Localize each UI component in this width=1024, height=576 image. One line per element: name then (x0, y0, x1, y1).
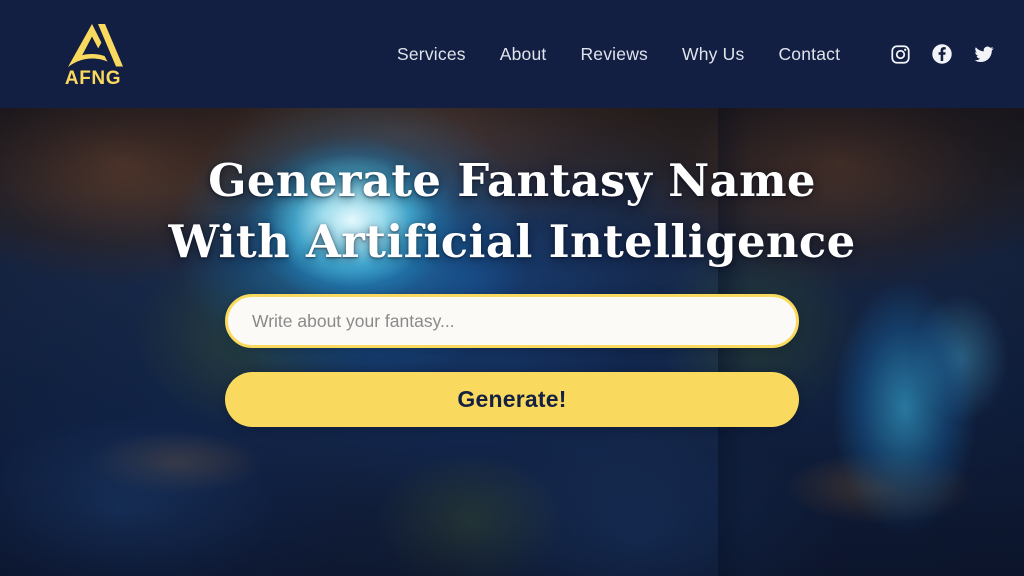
nav-item-why-us[interactable]: Why Us (665, 44, 761, 65)
site-header: AFNG Services About Reviews Why Us Conta… (0, 0, 1024, 108)
fantasy-prompt-input[interactable] (225, 294, 799, 348)
headline-line-2: With Artificial Intelligence (168, 215, 856, 268)
hero-content: Generate Fantasy Name With Artificial In… (0, 108, 1024, 576)
twitter-icon (974, 46, 994, 63)
twitter-link[interactable] (973, 43, 995, 65)
afng-triangle-logo-icon: AFNG (65, 24, 123, 89)
nav-item-services[interactable]: Services (380, 44, 483, 65)
svg-text:AFNG: AFNG (65, 68, 121, 87)
social-links (889, 0, 1006, 108)
instagram-icon (890, 44, 910, 64)
brand-logo[interactable]: AFNG (62, 21, 124, 89)
generate-button[interactable]: Generate! (225, 372, 799, 427)
page-title: Generate Fantasy Name With Artificial In… (168, 150, 855, 272)
hero-section: Generate Fantasy Name With Artificial In… (0, 108, 1024, 576)
nav-item-about[interactable]: About (483, 44, 564, 65)
nav-item-reviews[interactable]: Reviews (563, 44, 665, 65)
facebook-link[interactable] (931, 43, 953, 65)
instagram-link[interactable] (889, 43, 911, 65)
headline-line-1: Generate Fantasy Name (208, 154, 816, 207)
facebook-icon (932, 44, 952, 64)
main-navigation: Services About Reviews Why Us Contact (380, 0, 857, 108)
landing-page: AFNG Services About Reviews Why Us Conta… (0, 0, 1024, 576)
nav-item-contact[interactable]: Contact (761, 44, 857, 65)
